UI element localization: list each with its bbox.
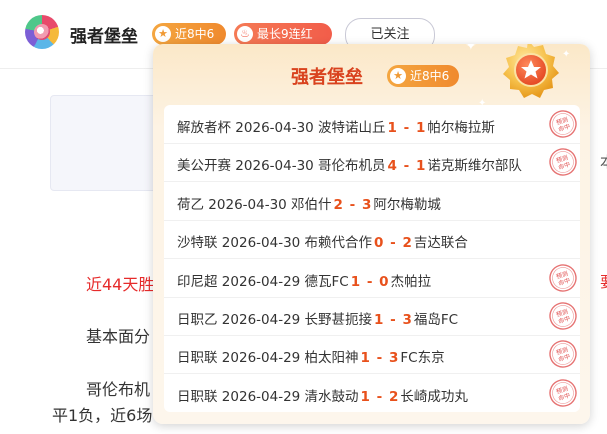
- home-score: 2: [333, 196, 343, 213]
- avatar[interactable]: [25, 15, 59, 49]
- match-text: 荷乙 2026-04-30 邓伯什 2 - 3 阿尔梅勒城: [177, 193, 441, 213]
- home-team: 长野甚扼接: [304, 312, 373, 328]
- match-row[interactable]: 解放者杯 2026-04-30 波特诺山丘 1 - 1 帕尔梅拉斯 预测 命中: [164, 105, 580, 144]
- prediction-hit-stamp: 预测命中: [549, 263, 577, 292]
- home-team: 布赖代合作: [304, 235, 373, 252]
- away-score: 2: [402, 235, 412, 252]
- away-team: FC东京: [400, 350, 445, 367]
- match-row[interactable]: 印尼超 2026-04-29 德瓦FC 1 - 0 杰帕拉 预测 命中: [164, 259, 580, 298]
- home-score: 4: [387, 158, 397, 175]
- expert-name[interactable]: 强者堡垒: [70, 22, 138, 47]
- match-date: 2026-04-29: [221, 273, 305, 290]
- home-score: 1: [374, 312, 384, 328]
- away-team: 阿尔梅勒城: [373, 196, 441, 213]
- match-league: 荷乙: [177, 196, 209, 213]
- prediction-hit-stamp: 预测命中: [549, 302, 577, 330]
- match-date: 2026-04-29: [221, 312, 305, 328]
- match-league: 日职联: [177, 350, 222, 367]
- match-row[interactable]: 日职乙 2026-04-29 长野甚扼接 1 - 3 福岛FC 预测 命中: [164, 297, 580, 336]
- win-rate-badge: ★ 近8中6: [152, 23, 226, 45]
- match-date: 2026-04-30: [208, 196, 292, 213]
- match-row[interactable]: 日职联 2026-04-29 柏太阳神 1 - 3 FC东京 预测 命中: [164, 335, 580, 375]
- home-team: 波特诺山丘: [318, 120, 386, 136]
- match-text: 印尼超 2026-04-29 德瓦FC 1 - 0 杰帕拉: [177, 270, 431, 290]
- match-text: 日职联 2026-04-29 清水鼓动 1 - 2 长崎成功丸: [177, 385, 468, 405]
- article-text: 要: [600, 271, 607, 292]
- away-score: 2: [388, 388, 399, 405]
- home-team: 德瓦FC: [304, 273, 349, 290]
- score-separator: -: [371, 388, 387, 405]
- score-separator: -: [362, 273, 378, 290]
- prediction-hit-stamp: 预测命中: [549, 110, 577, 138]
- match-text: 日职联 2026-04-29 柏太阳神 1 - 3 FC东京: [177, 346, 445, 366]
- match-league: 日职联: [177, 388, 222, 405]
- match-row[interactable]: 沙特联 2026-04-30 布赖代合作 0 - 2 吉达联合: [164, 220, 580, 260]
- prediction-hit-stamp: 预测命中: [549, 340, 577, 369]
- away-team: 吉达联合: [413, 235, 468, 252]
- record-popup: ✦ ✦ ✦ 强者堡垒 ★ 近8中6 解放者杯 2026-04-30 波特诺山丘 1…: [153, 44, 590, 424]
- article-text: 哥伦布机: [86, 380, 151, 399]
- home-team: 清水鼓动: [304, 388, 359, 405]
- away-score: 3: [361, 196, 372, 213]
- match-date: 2026-04-30: [221, 235, 305, 252]
- sparkle-icon: ✦: [562, 49, 571, 60]
- away-team: 帕尔梅拉斯: [427, 120, 495, 136]
- popup-win-badge: ★ 近8中6: [387, 65, 459, 87]
- home-score: 0: [374, 235, 384, 252]
- match-row[interactable]: 荷乙 2026-04-30 邓伯什 2 - 3 阿尔梅勒城: [164, 182, 580, 221]
- away-score: 3: [388, 350, 399, 367]
- home-score: 1: [360, 350, 370, 367]
- match-league: 印尼超: [177, 273, 222, 290]
- medal-icon: [503, 44, 559, 98]
- score-separator: -: [385, 312, 401, 328]
- away-score: 1: [415, 120, 426, 136]
- match-text: 解放者杯 2026-04-30 波特诺山丘 1 - 1 帕尔梅拉斯: [177, 116, 495, 136]
- home-score: 1: [350, 273, 361, 290]
- match-list: 解放者杯 2026-04-30 波特诺山丘 1 - 1 帕尔梅拉斯 预测 命中 美公开赛 …: [164, 105, 580, 412]
- match-league: 日职乙: [177, 312, 222, 328]
- match-text: 沙特联 2026-04-30 布赖代合作 0 - 2 吉达联合: [177, 231, 468, 251]
- popup-title: 强者堡垒: [291, 67, 363, 88]
- prediction-hit-stamp: 预测命中: [549, 148, 577, 177]
- away-score: 0: [379, 273, 389, 290]
- match-text: 美公开赛 2026-04-30 哥伦布机员 4 - 1 诺克斯维尔部队: [177, 154, 522, 174]
- article-text: 本: [600, 151, 607, 172]
- flame-icon: ♨: [237, 26, 253, 42]
- match-date: 2026-04-29: [221, 388, 305, 405]
- score-separator: -: [344, 196, 360, 213]
- sparkle-icon: ✦: [465, 44, 477, 54]
- match-league: 解放者杯: [177, 120, 236, 136]
- article-text: 平1负，近6场: [52, 406, 153, 425]
- away-team: 福岛FC: [413, 312, 459, 328]
- away-team: 杰帕拉: [390, 273, 432, 290]
- match-date: 2026-04-30: [235, 158, 319, 175]
- match-row[interactable]: 美公开赛 2026-04-30 哥伦布机员 4 - 1 诺克斯维尔部队 预测 命中: [164, 143, 580, 183]
- score-separator: -: [371, 350, 387, 367]
- prediction-hit-stamp: 预测命中: [549, 379, 577, 407]
- away-team: 长崎成功丸: [400, 388, 468, 405]
- star-icon: ★: [155, 26, 171, 42]
- match-date: 2026-04-29: [221, 350, 305, 367]
- match-date: 2026-04-30: [235, 120, 319, 136]
- match-text: 日职乙 2026-04-29 长野甚扼接 1 - 3 福岛FC: [177, 308, 458, 328]
- article-headline: 近44天胜: [86, 275, 155, 294]
- match-league: 沙特联: [177, 235, 222, 252]
- away-team: 诺克斯维尔部队: [427, 158, 522, 175]
- match-row[interactable]: 日职联 2026-04-29 清水鼓动 1 - 2 长崎成功丸 预测 命中: [164, 374, 580, 412]
- star-icon: ★: [390, 68, 406, 84]
- streak-badge: ♨ 最长9连红: [234, 23, 332, 45]
- score-separator: -: [398, 120, 414, 136]
- away-score: 1: [415, 158, 426, 175]
- home-team: 邓伯什: [291, 196, 332, 213]
- home-team: 哥伦布机员: [318, 158, 386, 175]
- match-league: 美公开赛: [177, 158, 236, 175]
- home-team: 柏太阳神: [304, 350, 359, 367]
- away-score: 3: [402, 312, 412, 328]
- home-score: 1: [360, 388, 370, 405]
- article-section-title: 基本面分: [86, 327, 151, 346]
- score-separator: -: [385, 235, 401, 252]
- home-score: 1: [387, 120, 397, 136]
- score-separator: -: [398, 158, 414, 175]
